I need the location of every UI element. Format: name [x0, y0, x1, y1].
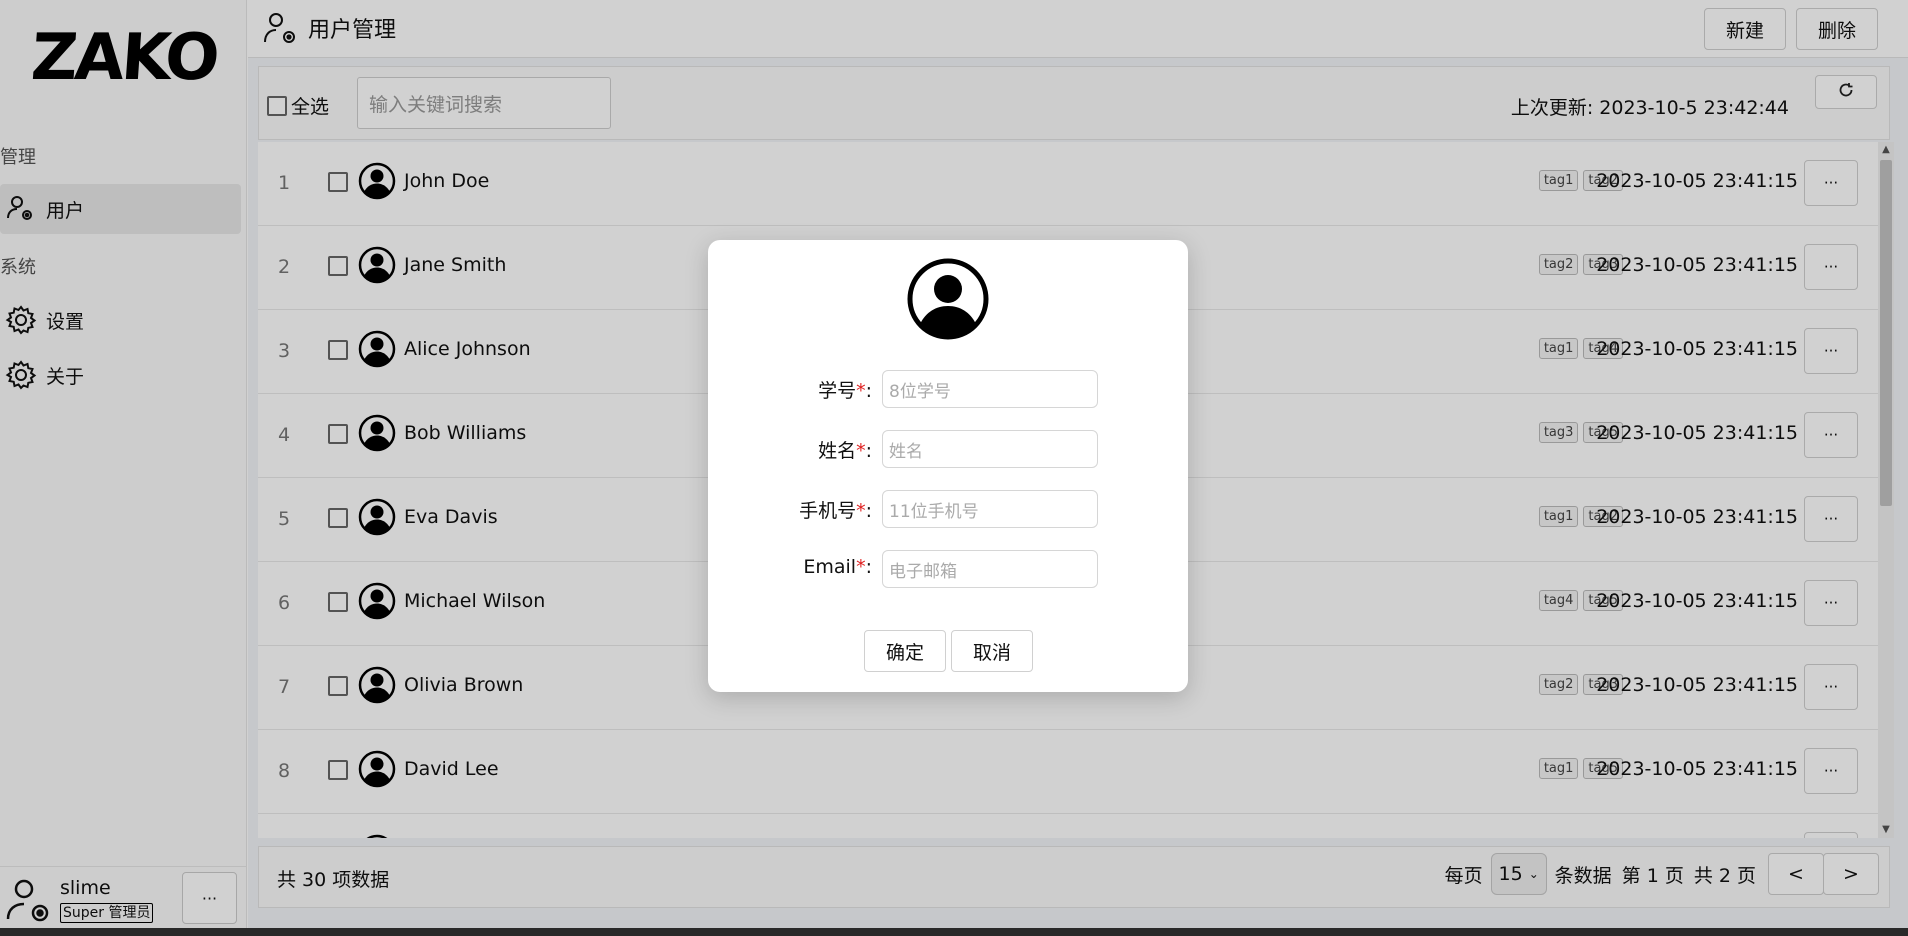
- add-user-dialog: 学号*: 8位学号 姓名*: 姓名 手机号*: 11位手机号 Email*: 电子邮箱 确定 …: [708, 240, 1188, 692]
- phone-field[interactable]: 11位手机号: [882, 490, 1098, 528]
- required-mark: *: [856, 500, 866, 522]
- field-label: 手机号*:: [799, 500, 872, 522]
- field-label: 姓名*:: [818, 440, 872, 462]
- required-mark: *: [856, 556, 866, 578]
- form-row: 学号*: 8位学号: [708, 368, 1188, 408]
- required-mark: *: [856, 380, 866, 402]
- confirm-button[interactable]: 确定: [864, 630, 946, 672]
- form-row: Email*: 电子邮箱: [708, 548, 1188, 588]
- field-label: 学号*:: [818, 380, 872, 402]
- email-field[interactable]: 电子邮箱: [882, 550, 1098, 588]
- form-row: 姓名*: 姓名: [708, 428, 1188, 468]
- avatar-icon: [907, 258, 989, 340]
- required-mark: *: [856, 440, 866, 462]
- cancel-button[interactable]: 取消: [951, 630, 1033, 672]
- field-label: Email*:: [803, 556, 872, 578]
- name-field[interactable]: 姓名: [882, 430, 1098, 468]
- form-row: 手机号*: 11位手机号: [708, 488, 1188, 528]
- student-id-field[interactable]: 8位学号: [882, 370, 1098, 408]
